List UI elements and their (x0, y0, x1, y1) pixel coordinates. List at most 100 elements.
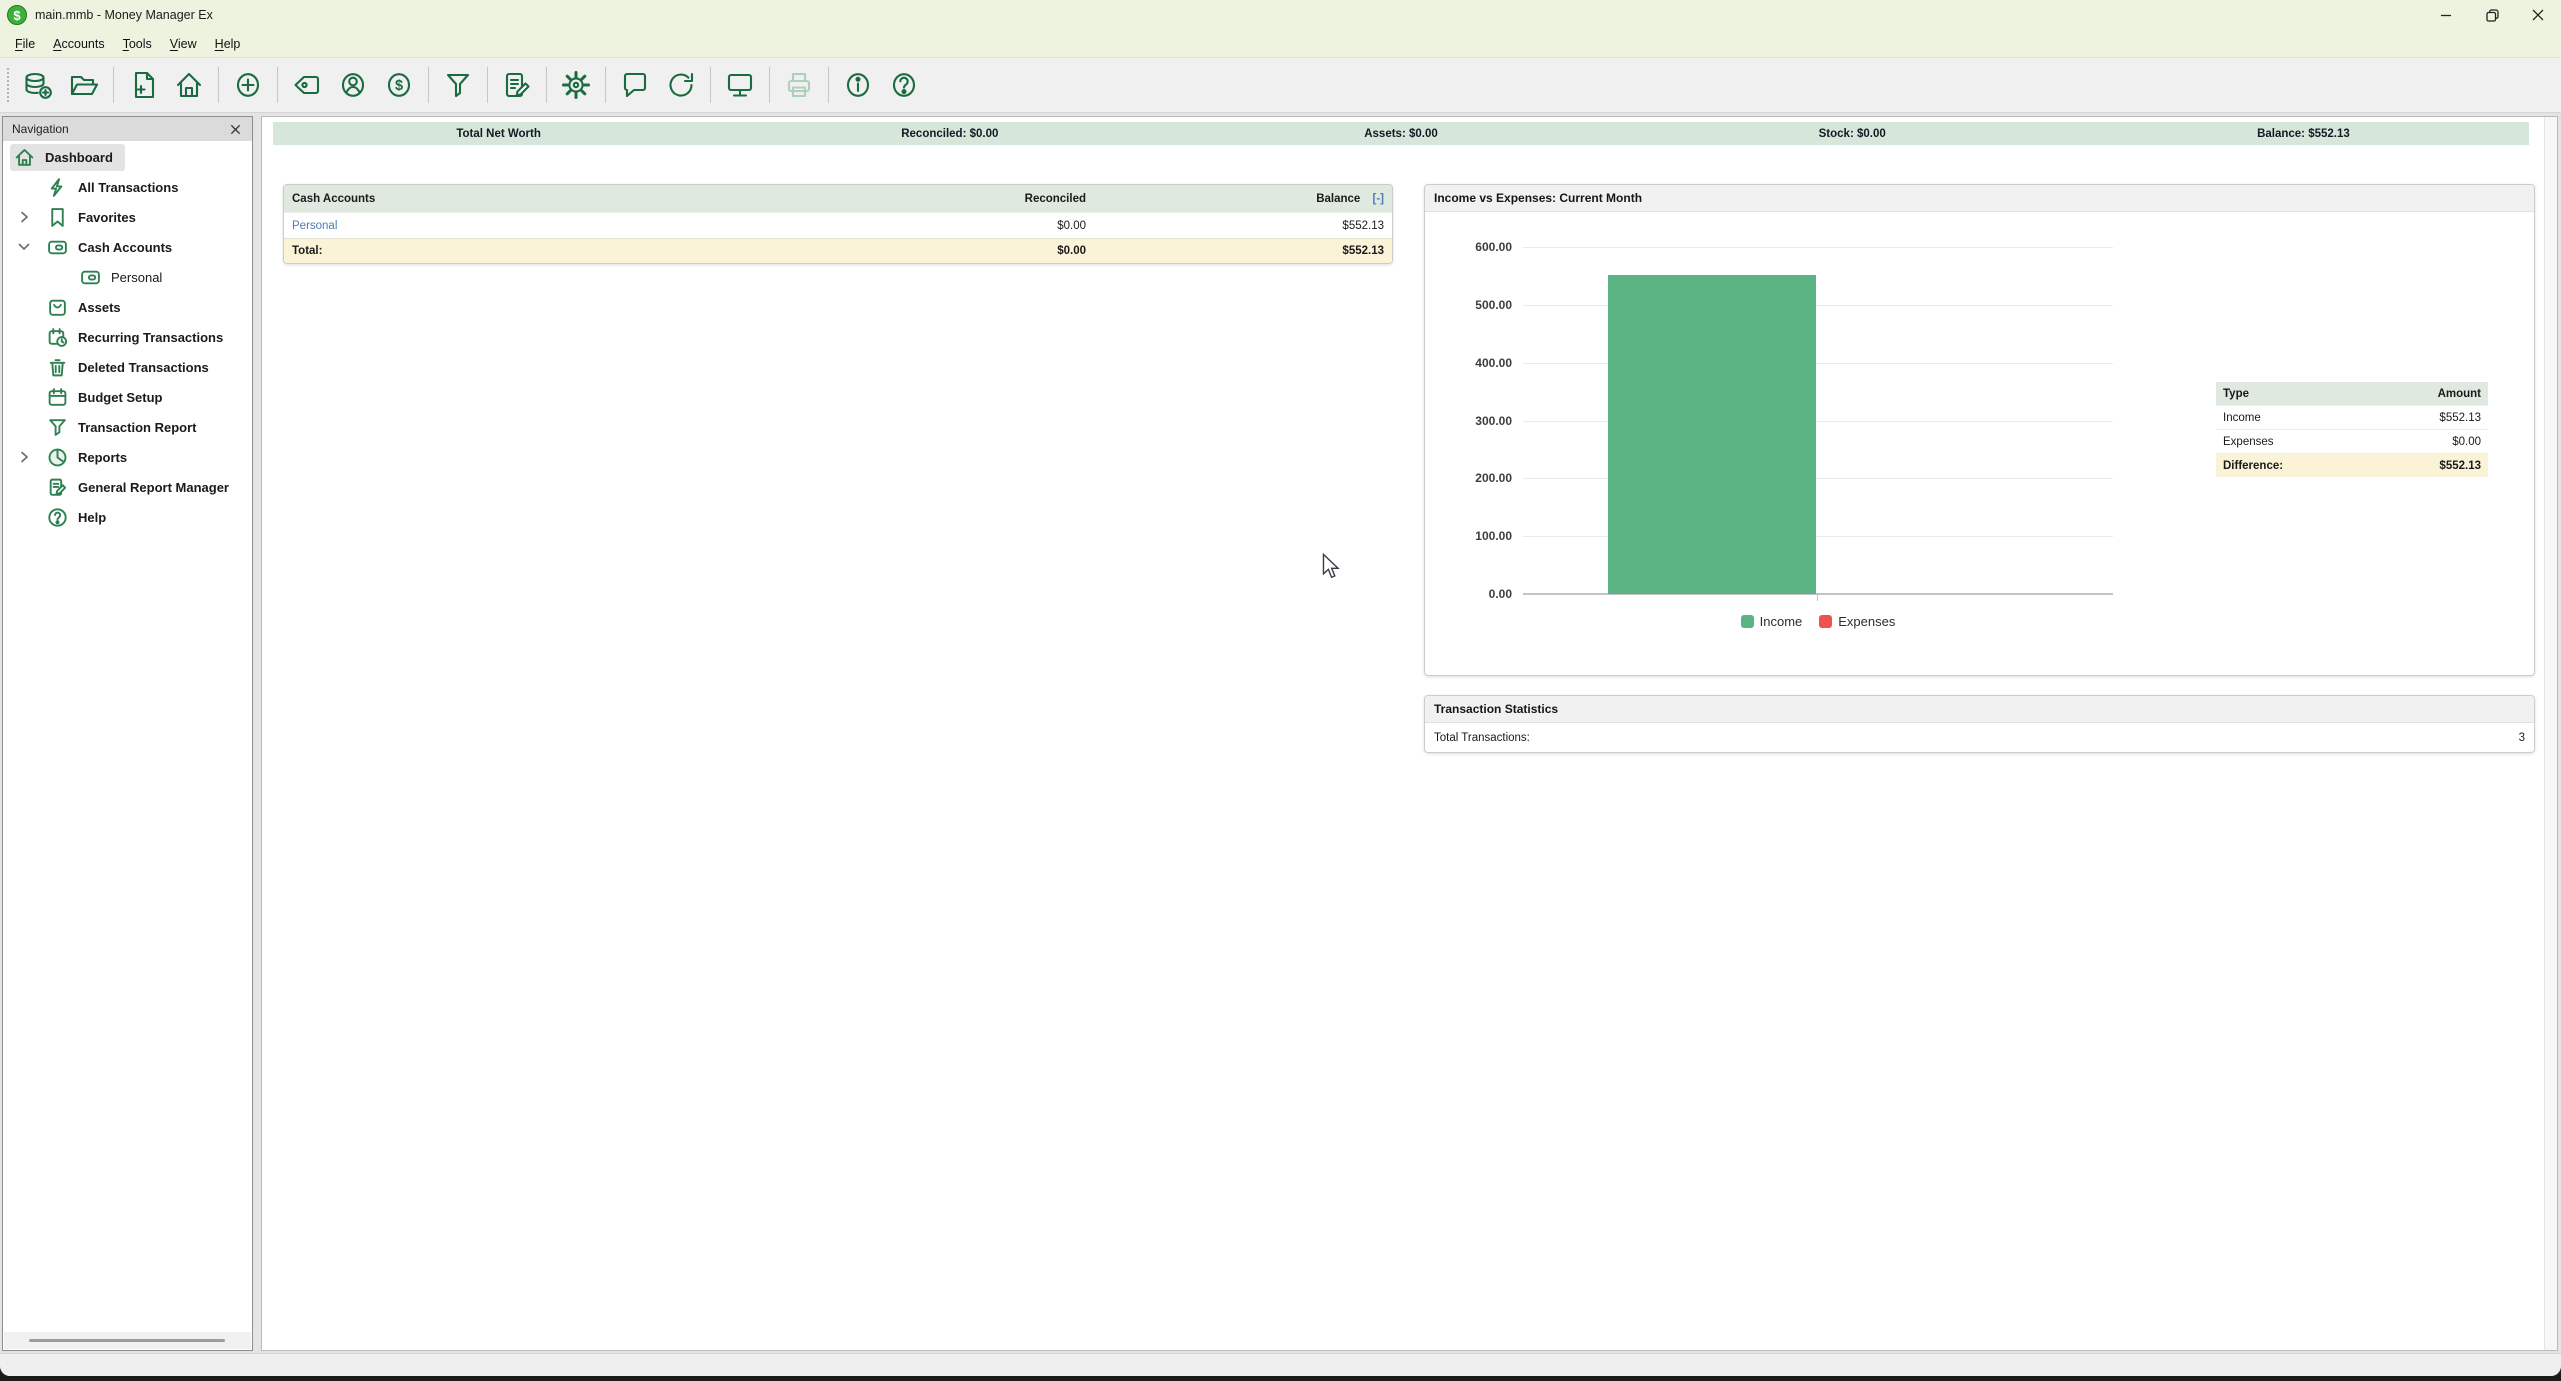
about-button[interactable] (835, 62, 881, 108)
refresh-button[interactable] (658, 62, 704, 108)
toolbar: $ (0, 57, 2561, 113)
sidebar-item-recurring-transactions[interactable]: Recurring Transactions (3, 322, 252, 352)
new-file-icon (127, 69, 159, 101)
selected-highlight: Dashboard (10, 144, 125, 171)
restore-button[interactable] (2469, 0, 2515, 30)
summary-total-net-worth: Total Net Worth (273, 128, 724, 140)
column-balance: Balance [-] (1094, 193, 1392, 205)
column-reconciled: Reconciled (802, 193, 1094, 205)
title-bar: $ main.mmb - Money Manager Ex (0, 0, 2561, 30)
sidebar-item-favorites[interactable]: Favorites (3, 202, 252, 232)
sidebar-item-personal[interactable]: Personal (3, 262, 252, 292)
transaction-filter-button[interactable] (435, 62, 481, 108)
menu-accounts[interactable]: Accounts (44, 34, 113, 54)
svg-text:$: $ (395, 78, 403, 94)
menu-file[interactable]: File (6, 34, 44, 54)
cash-accounts-total-row: Total: $0.00 $552.13 (284, 238, 1392, 263)
home-button[interactable] (166, 62, 212, 108)
account-reconciled: $0.00 (802, 220, 1094, 232)
sidebar-item-label: Personal (111, 270, 162, 285)
question-icon (888, 69, 920, 101)
new-database-button[interactable] (15, 62, 61, 108)
toolbar-separator (828, 67, 829, 103)
toolbar-separator (277, 67, 278, 103)
toolbar-separator (428, 67, 429, 103)
window-title: main.mmb - Money Manager Ex (35, 8, 213, 22)
calendar-icon (47, 387, 68, 408)
legend-label: Expenses (1838, 614, 1895, 629)
account-link[interactable]: Personal (284, 220, 802, 232)
fullscreen-button[interactable] (717, 62, 763, 108)
menu-help[interactable]: Help (206, 34, 250, 54)
sidebar-item-reports[interactable]: Reports (3, 442, 252, 472)
open-database-button[interactable] (61, 62, 107, 108)
payees-button[interactable] (330, 62, 376, 108)
summary-bar: Total Net Worth Reconciled: $0.00 Assets… (273, 122, 2529, 145)
funnel-icon (47, 417, 68, 438)
chevron-right-icon[interactable] (16, 449, 32, 465)
options-button[interactable] (553, 62, 599, 108)
sidebar-item-cash-accounts[interactable]: Cash Accounts (3, 232, 252, 262)
categories-button[interactable] (284, 62, 330, 108)
income-vs-expenses-title: Income vs Expenses: Current Month (1425, 185, 2534, 212)
close-button[interactable] (2515, 0, 2561, 30)
navigation-panel: Navigation Dashboard (2, 116, 253, 1351)
sidebar-item-deleted-transactions[interactable]: Deleted Transactions (3, 352, 252, 382)
close-icon (228, 122, 243, 137)
sidebar-item-label: Reports (78, 450, 127, 465)
navigation-close-button[interactable] (227, 121, 243, 137)
toolbar-separator (546, 67, 547, 103)
main-vertical-scrollbar[interactable] (2544, 117, 2557, 1350)
grm-toolbar-button[interactable] (494, 62, 540, 108)
dollar-circle-icon: $ (383, 69, 415, 101)
chevron-right-icon[interactable] (16, 209, 32, 225)
document-edit-icon (47, 477, 68, 498)
app-window: $ main.mmb - Money Manager Ex File Accou… (0, 0, 2561, 1376)
sidebar-item-label: Deleted Transactions (78, 360, 209, 375)
difference-row: Difference: $552.13 (2216, 453, 2488, 477)
help-button[interactable] (881, 62, 927, 108)
currency-button[interactable]: $ (376, 62, 422, 108)
sidebar-item-general-report-manager[interactable]: General Report Manager (3, 472, 252, 502)
sidebar-item-assets[interactable]: Assets (3, 292, 252, 322)
total-transactions-value: 3 (2519, 732, 2525, 744)
sidebar-item-all-transactions[interactable]: All Transactions (3, 172, 252, 202)
sidebar-item-label: Budget Setup (78, 390, 163, 405)
account-balance: $552.13 (1094, 220, 1392, 232)
legend-label: Income (1760, 614, 1803, 629)
scrollbar-thumb[interactable] (29, 1339, 225, 1342)
close-icon (2532, 9, 2544, 21)
sidebar-item-help[interactable]: Help (3, 502, 252, 532)
menu-view[interactable]: View (161, 34, 206, 54)
account-row-personal[interactable]: Personal $0.00 $552.13 (284, 212, 1392, 238)
toolbar-separator (710, 67, 711, 103)
transaction-statistics-panel: Transaction Statistics Total Transaction… (1424, 695, 2535, 753)
y-tick-label: 400.00 (1475, 356, 1512, 370)
toolbar-grip[interactable] (7, 68, 9, 102)
feedback-button[interactable] (612, 62, 658, 108)
summary-balance: Balance: $552.13 (2078, 128, 2529, 140)
home-icon (14, 147, 35, 168)
sidebar-horizontal-scrollbar[interactable] (4, 1332, 251, 1349)
sidebar-item-label: Help (78, 510, 106, 525)
summary-reconciled: Reconciled: $0.00 (724, 128, 1175, 140)
summary-stock: Stock: $0.00 (1627, 128, 2078, 140)
new-transaction-button[interactable] (225, 62, 271, 108)
menu-tools[interactable]: Tools (114, 34, 161, 54)
sidebar-item-budget-setup[interactable]: Budget Setup (3, 382, 252, 412)
total-transactions-label: Total Transactions: (1434, 732, 1530, 744)
refresh-icon (665, 69, 697, 101)
sidebar-item-transaction-report[interactable]: Transaction Report (3, 412, 252, 442)
sidebar-item-label: Dashboard (45, 150, 113, 165)
cash-accounts-header-row: Cash Accounts Reconciled Balance [-] (284, 185, 1392, 212)
sidebar-item-dashboard[interactable]: Dashboard (3, 142, 252, 172)
minimize-button[interactable] (2423, 0, 2469, 30)
chevron-down-icon[interactable] (16, 239, 32, 255)
navigation-title: Navigation (12, 122, 69, 136)
menu-bar: File Accounts Tools View Help (0, 30, 2561, 57)
collapse-link[interactable]: [-] (1373, 193, 1385, 205)
document-edit-icon (501, 69, 533, 101)
new-file-button[interactable] (120, 62, 166, 108)
summary-assets: Assets: $0.00 (1175, 128, 1626, 140)
column-amount: Amount (2438, 388, 2481, 400)
